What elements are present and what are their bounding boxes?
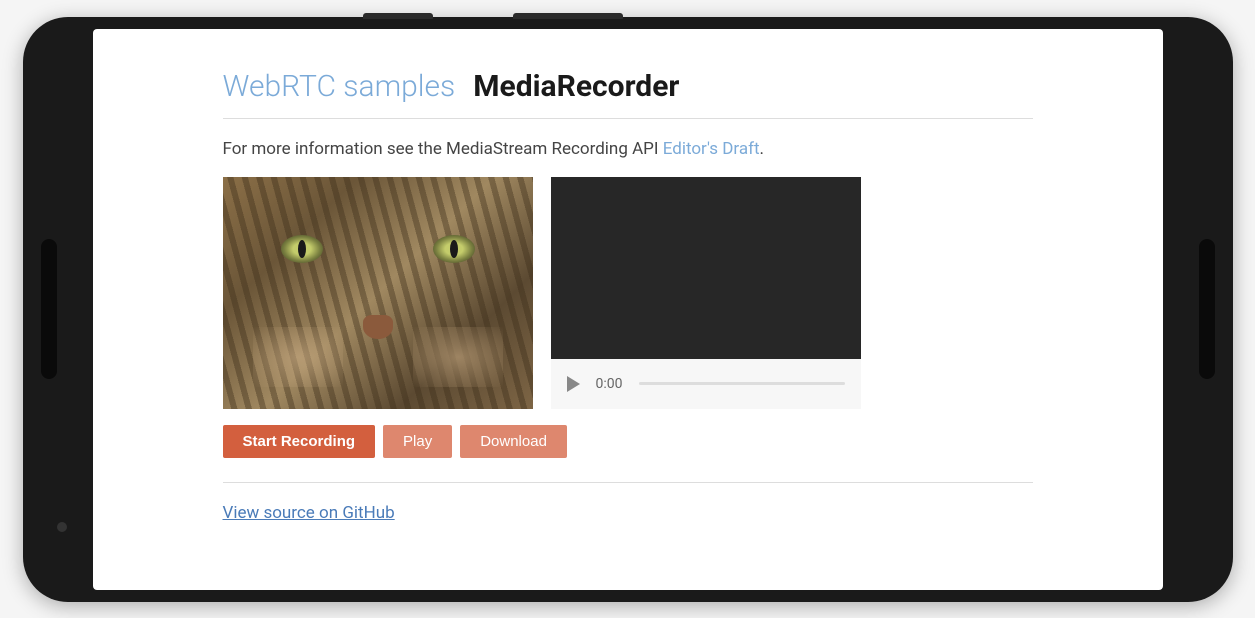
page-content: WebRTC samples MediaRecorder For more in… (93, 29, 1163, 543)
video-source-preview[interactable] (223, 177, 533, 409)
play-button[interactable]: Play (383, 425, 452, 458)
phone-device-frame: WebRTC samples MediaRecorder For more in… (23, 17, 1233, 602)
page-header: WebRTC samples MediaRecorder (223, 69, 1033, 119)
start-recording-button[interactable]: Start Recording (223, 425, 376, 458)
play-icon[interactable] (567, 376, 580, 392)
video-playback-player: 0:00 (551, 177, 861, 409)
videos-container: 0:00 (223, 177, 1033, 409)
description-prefix: For more information see the MediaStream… (223, 139, 663, 159)
view-source-link[interactable]: View source on GitHub (223, 503, 395, 523)
phone-physical-buttons (363, 13, 623, 19)
description-suffix: . (760, 139, 764, 159)
samples-link[interactable]: WebRTC samples (223, 69, 456, 104)
description-text: For more information see the MediaStream… (223, 139, 1033, 159)
video-display-area[interactable] (551, 177, 861, 359)
phone-screen: WebRTC samples MediaRecorder For more in… (93, 29, 1163, 590)
phone-camera (57, 522, 67, 532)
video-time: 0:00 (596, 376, 623, 392)
phone-speaker-right (1199, 239, 1215, 379)
editors-draft-link[interactable]: Editor's Draft (663, 139, 760, 159)
cat-image (223, 177, 533, 409)
phone-speaker-left (41, 239, 57, 379)
page-title: MediaRecorder (473, 69, 679, 104)
download-button[interactable]: Download (460, 425, 567, 458)
video-controls-bar: 0:00 (551, 359, 861, 409)
video-progress-bar[interactable] (639, 382, 845, 385)
action-buttons: Start Recording Play Download (223, 425, 1033, 483)
